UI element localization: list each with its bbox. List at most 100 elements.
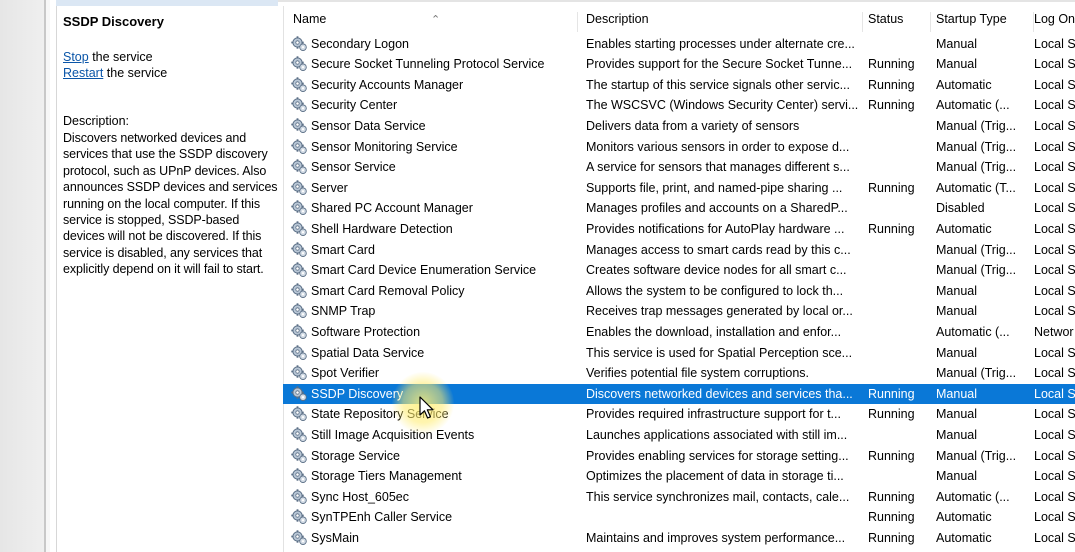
service-row[interactable]: Software Protection Enables the download,… xyxy=(283,322,1075,343)
service-name: Storage Tiers Management xyxy=(311,469,462,484)
service-log-on-as: Local S xyxy=(1034,139,1075,154)
service-status: Running xyxy=(868,448,915,463)
service-status: Running xyxy=(868,180,915,195)
service-description: This service synchronizes mail, contacts… xyxy=(586,489,850,504)
service-name: Shared PC Account Manager xyxy=(311,201,473,216)
column-header-log-on-as[interactable]: Log On xyxy=(1034,12,1075,32)
service-description: A service for sensors that manages diffe… xyxy=(586,160,850,175)
gear-service-icon xyxy=(291,324,307,339)
service-name: Smart Card Removal Policy xyxy=(311,283,465,298)
service-name: SysMain xyxy=(311,530,359,545)
service-startup-type: Automatic (... xyxy=(936,489,1010,504)
service-log-on-as: Local S xyxy=(1034,510,1075,525)
service-startup-type: Manual (Trig... xyxy=(936,448,1017,463)
gear-service-icon xyxy=(291,427,307,442)
service-row[interactable]: Secondary Logon Enables starting processe… xyxy=(283,34,1075,55)
service-startup-type: Manual (Trig... xyxy=(936,160,1017,175)
service-name: Smart Card Device Enumeration Service xyxy=(311,263,537,278)
service-description: Enables the download, installation and e… xyxy=(586,324,842,339)
gear-service-icon xyxy=(291,406,307,422)
service-startup-type: Disabled xyxy=(936,201,985,216)
column-name-label: Name xyxy=(293,12,327,26)
service-row[interactable]: Shell Hardware Detection Provides notific… xyxy=(283,219,1075,240)
detail-service-title: SSDP Discovery xyxy=(63,14,164,29)
stop-action: Stop the service xyxy=(63,50,153,64)
gear-service-icon xyxy=(291,179,307,195)
service-row[interactable]: Security Center The WSCSVC (Windows Secur… xyxy=(283,95,1075,116)
service-startup-type: Manual xyxy=(936,345,977,360)
service-row[interactable]: Spatial Data Service This service is used… xyxy=(283,343,1075,364)
service-row[interactable]: Smart Card Device Enumeration Service Cre… xyxy=(283,260,1075,281)
service-row[interactable]: Sensor Data Service Delivers data from a … xyxy=(283,116,1075,137)
service-status: Running xyxy=(868,386,915,401)
service-startup-type: Automatic xyxy=(936,221,992,236)
service-row[interactable]: SynTPEnh Caller Service Running Automatic L… xyxy=(283,507,1075,528)
list-header: Name ⌃ Description Status Startup Type L… xyxy=(283,0,1075,34)
services-list: Name ⌃ Description Status Startup Type L… xyxy=(283,0,1075,552)
service-log-on-as: Local S xyxy=(1034,77,1075,92)
service-row[interactable]: Server Supports file, print, and named-pi… xyxy=(283,178,1075,199)
service-startup-type: Automatic xyxy=(936,530,992,545)
service-startup-type: Manual xyxy=(936,57,977,72)
service-name: Still Image Acquisition Events xyxy=(311,427,475,442)
service-row[interactable]: Sensor Monitoring Service Monitors variou… xyxy=(283,137,1075,158)
service-row[interactable]: Secure Socket Tunneling Protocol Service… xyxy=(283,54,1075,75)
service-startup-type: Automatic xyxy=(936,77,992,92)
service-name: State Repository Service xyxy=(311,407,449,422)
service-name: Sensor Service xyxy=(311,160,396,175)
service-log-on-as: Local S xyxy=(1034,118,1075,133)
service-description: The startup of this service signals othe… xyxy=(586,77,850,92)
selected-service-row[interactable]: SSDP Discovery Discovers networked device… xyxy=(283,383,1075,405)
service-status: Running xyxy=(868,489,915,504)
gear-service-icon xyxy=(291,344,307,360)
service-row[interactable]: Security Accounts Manager The startup of … xyxy=(283,75,1075,96)
service-status: Running xyxy=(868,221,915,236)
service-name: Spatial Data Service xyxy=(311,345,425,360)
service-row[interactable]: Storage Tiers Management Optimizes the pl… xyxy=(283,466,1075,487)
service-row[interactable]: Smart Card Removal Policy Allows the syst… xyxy=(283,281,1075,302)
gear-service-icon xyxy=(291,303,307,319)
description-line: protocol, such as UPnP devices. Also xyxy=(63,163,267,178)
gear-service-icon xyxy=(291,509,307,525)
service-description: This service is used for Spatial Percept… xyxy=(586,345,853,360)
service-log-on-as: Local S xyxy=(1034,160,1075,175)
service-row[interactable]: State Repository Service Provides require… xyxy=(283,404,1075,425)
service-startup-type: Manual xyxy=(936,386,977,401)
description-line: announces SSDP devices and services xyxy=(63,180,278,195)
gear-service-icon xyxy=(291,385,307,401)
service-startup-type: Manual xyxy=(936,469,977,484)
restart-service-link[interactable]: Restart xyxy=(63,66,103,80)
service-startup-type: Manual (Trig... xyxy=(936,263,1017,278)
description-line: devices will not be discovered. If this xyxy=(63,229,262,244)
service-name: Storage Service xyxy=(311,448,400,463)
service-row[interactable]: Still Image Acquisition Events Launches a… xyxy=(283,425,1075,446)
service-row[interactable]: Sensor Service A service for sensors that… xyxy=(283,157,1075,178)
service-row[interactable]: Sync Host_605ec This service synchronizes… xyxy=(283,487,1075,508)
service-log-on-as: Local S xyxy=(1034,57,1075,72)
column-header-description[interactable]: Description xyxy=(586,12,863,32)
description-label: Description: xyxy=(63,114,129,128)
gear-service-icon xyxy=(291,221,307,236)
service-description: Provides enabling services for storage s… xyxy=(586,448,849,463)
service-row[interactable]: Shared PC Account Manager Manages profile… xyxy=(283,198,1075,219)
service-row[interactable]: SNMP Trap Receives trap messages generate… xyxy=(283,301,1075,322)
service-log-on-as: Networ xyxy=(1034,324,1074,339)
column-header-name[interactable]: Name ⌃ xyxy=(293,12,578,32)
service-description: Discovers networked devices and services… xyxy=(586,386,853,401)
column-header-status[interactable]: Status xyxy=(868,12,931,32)
service-row[interactable]: Spot Verifier Verifies potential file sys… xyxy=(283,363,1075,384)
service-name: Spot Verifier xyxy=(311,366,380,381)
stop-service-link[interactable]: Stop xyxy=(63,50,89,64)
service-description: Maintains and improves system performanc… xyxy=(586,530,846,545)
service-row[interactable]: Smart Card Manages access to smart cards … xyxy=(283,240,1075,261)
service-startup-type: Automatic xyxy=(936,510,992,525)
service-row[interactable]: Storage Service Provides enabling service… xyxy=(283,446,1075,467)
service-name: Sync Host_605ec xyxy=(311,489,409,504)
column-header-startup-type[interactable]: Startup Type xyxy=(936,12,1034,32)
service-startup-type: Automatic (T... xyxy=(936,180,1016,195)
service-row[interactable]: SysMain Maintains and improves system per… xyxy=(283,528,1075,549)
service-description: Creates software device nodes for all sm… xyxy=(586,263,847,278)
service-name: Software Protection xyxy=(311,324,421,339)
service-log-on-as: Local S xyxy=(1034,469,1075,484)
service-name: Shell Hardware Detection xyxy=(311,221,453,236)
